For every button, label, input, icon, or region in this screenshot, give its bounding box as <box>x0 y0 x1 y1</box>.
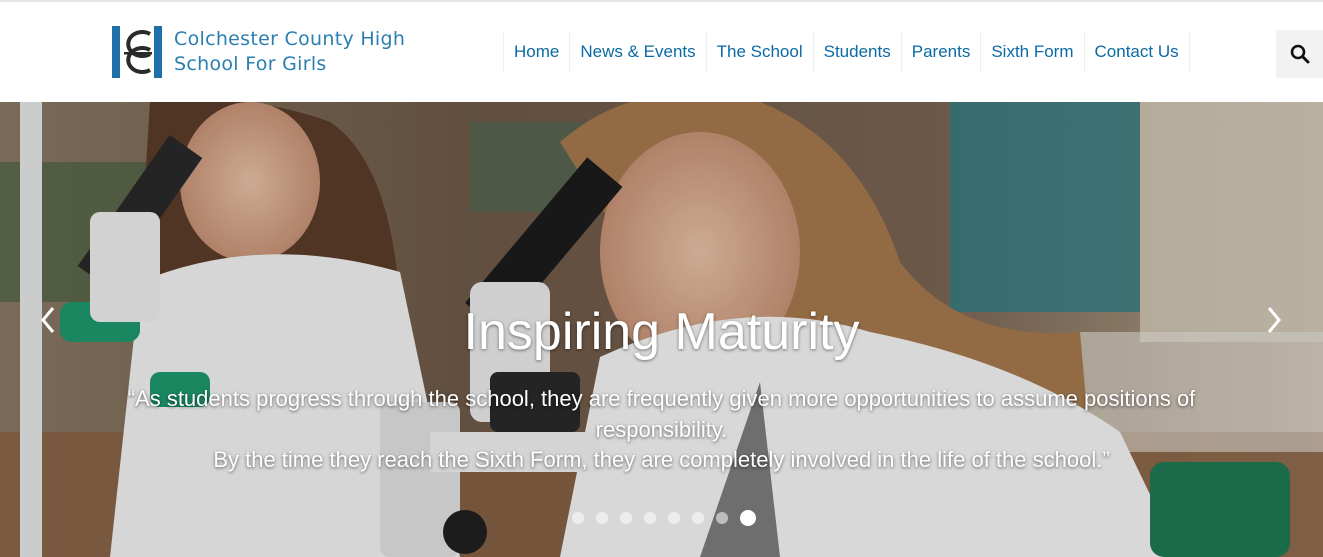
nav-item-contact-us[interactable]: Contact Us <box>1083 32 1190 72</box>
nav-item-parents[interactable]: Parents <box>900 32 981 72</box>
nav-item-the-school[interactable]: The School <box>705 32 813 72</box>
slider-pagination <box>572 510 768 526</box>
slider-dot-active[interactable] <box>740 510 756 526</box>
hero-quote-line3: By the time they reach the Sixth Form, t… <box>213 447 1110 472</box>
cchs-monogram-logo-icon <box>112 26 162 78</box>
nav-item-home[interactable]: Home <box>503 32 569 72</box>
slider-dot[interactable] <box>668 512 680 524</box>
search-button[interactable] <box>1276 30 1323 78</box>
slider-dot[interactable] <box>596 512 608 524</box>
nav-item-sixth-form[interactable]: Sixth Form <box>980 32 1083 72</box>
hero-quote: “As students progress through the school… <box>70 384 1253 476</box>
slider-dot[interactable] <box>644 512 656 524</box>
search-icon <box>1290 44 1309 64</box>
hero-quote-line2: responsibility. <box>595 416 728 442</box>
site-logo[interactable]: Colchester County High School For Girls <box>110 24 405 80</box>
nav-item-news-events[interactable]: News & Events <box>569 32 705 72</box>
nav-item-students[interactable]: Students <box>812 32 901 72</box>
hero-quote-line1: “As students progress through the school… <box>127 386 1196 411</box>
slider-dot[interactable] <box>620 512 632 524</box>
main-nav: Home News & Events The School Students P… <box>503 32 1190 72</box>
school-name: Colchester County High School For Girls <box>174 27 405 77</box>
slider-dot[interactable] <box>572 512 584 524</box>
site-header: Colchester County High School For Girls … <box>0 2 1323 102</box>
hero-slider: Inspiring Maturity “As students progress… <box>0 102 1323 557</box>
slider-dot[interactable] <box>692 512 704 524</box>
slider-dot[interactable] <box>716 512 728 524</box>
hero-title: Inspiring Maturity <box>463 303 860 361</box>
school-name-line1: Colchester County High <box>174 28 406 50</box>
school-name-line2: School For Girls <box>174 53 327 75</box>
